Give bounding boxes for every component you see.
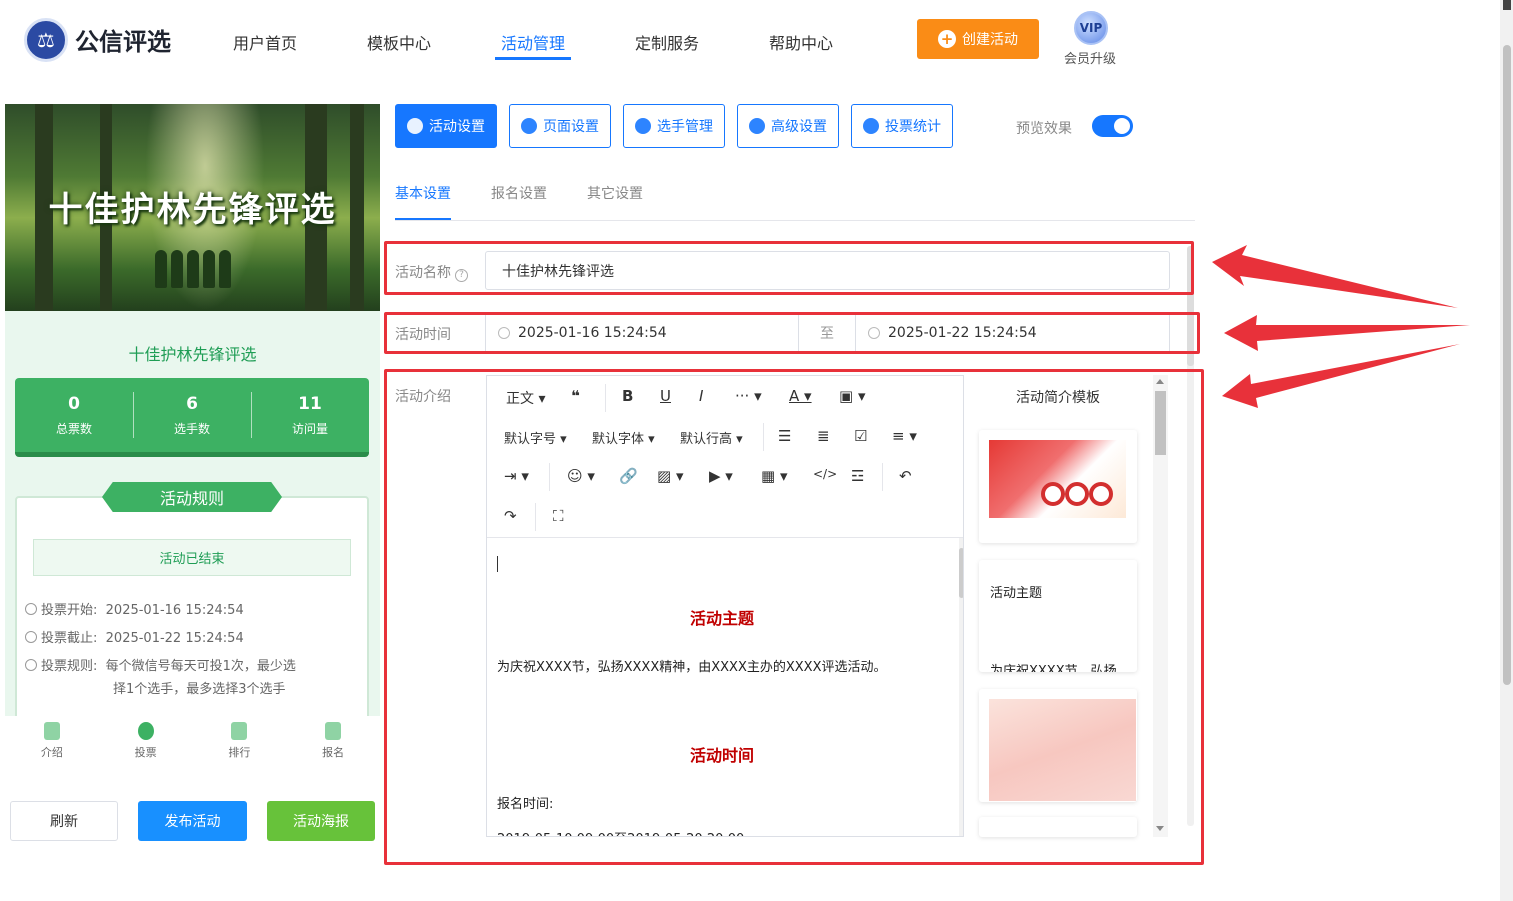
tab-vote-statistics[interactable]: 投票统计: [851, 104, 953, 148]
annotation-arrow-2: [1224, 315, 1470, 351]
document-icon: [43, 722, 60, 740]
annotation-box-name: [384, 241, 1194, 295]
stat-total-votes: 0 总票数: [55, 393, 92, 436]
nav-custom-service[interactable]: 定制服务: [635, 30, 699, 54]
poster-button[interactable]: 活动海报: [267, 801, 375, 841]
tab-contestant-management[interactable]: 选手管理: [623, 104, 725, 148]
subtab-basic[interactable]: 基本设置: [395, 183, 451, 203]
nav-activity-management[interactable]: 活动管理: [501, 30, 565, 54]
annotation-arrow-1: [1212, 245, 1458, 308]
nav-active-indicator: [495, 57, 571, 60]
medal-icon: [231, 722, 248, 740]
subtab-signup[interactable]: 报名设置: [491, 183, 547, 203]
info-icon: [25, 659, 37, 671]
subtab-other[interactable]: 其它设置: [587, 183, 643, 203]
tab-intro[interactable]: 介绍: [5, 716, 99, 766]
settings-list-icon: [749, 118, 765, 134]
status-badge: 活动已结束: [33, 539, 351, 576]
annotation-arrow-3: [1222, 344, 1460, 408]
bar-chart-icon: [863, 118, 879, 134]
logo-text[interactable]: 公信评选: [75, 22, 171, 57]
tab-activity-settings[interactable]: 活动设置: [395, 104, 497, 148]
page-scrollbar[interactable]: [1500, 0, 1513, 901]
create-activity-button[interactable]: + 创建活动: [917, 19, 1039, 59]
banner-image: 十佳护林先锋评选: [5, 104, 380, 311]
activity-name: 十佳护林先锋评选: [128, 345, 257, 364]
clock-icon: [25, 603, 37, 615]
gear-icon: [521, 118, 537, 134]
tab-advanced-settings[interactable]: 高级设置: [737, 104, 839, 148]
vote-end-line: 投票截止: 2025-01-22 15:24:54: [25, 627, 244, 646]
nav-help-center[interactable]: 帮助中心: [769, 30, 833, 54]
vip-icon[interactable]: VIP: [1074, 11, 1108, 45]
stats-panel: 0 总票数 6 选手数 11 访问量: [15, 378, 369, 457]
tab-vote[interactable]: 投票: [99, 716, 193, 766]
vip-upgrade-link[interactable]: 会员升级: [1064, 48, 1116, 67]
vote-icon: [137, 722, 154, 740]
vote-start-line: 投票开始: 2025-01-16 15:24:54: [25, 599, 244, 618]
nav-home[interactable]: 用户首页: [233, 30, 297, 54]
preview-effect-label: 预览效果: [1016, 121, 1072, 137]
preview-toggle[interactable]: [1092, 115, 1133, 137]
stat-contestants: 6 选手数: [133, 378, 251, 452]
vote-rule-line: 投票规则: 每个微信号每天可投1次，最少选: [25, 655, 296, 674]
star-icon: [407, 118, 423, 134]
preview-bottom-tabs: 介绍 投票 排行 报名: [5, 716, 380, 766]
edit-icon: [325, 722, 342, 740]
plus-icon: +: [938, 30, 956, 48]
tab-page-settings[interactable]: 页面设置: [509, 104, 611, 148]
vote-rule-line2: 择1个选手，最多选择3个选手: [113, 682, 286, 697]
rules-title: 活动规则: [102, 482, 282, 512]
users-icon: [635, 118, 651, 134]
subtab-divider: [395, 220, 1195, 221]
banner-title: 十佳护林先锋评选: [48, 190, 337, 230]
nav-templates[interactable]: 模板中心: [367, 30, 431, 54]
stat-visits: 11 访问量: [251, 378, 369, 452]
annotation-box-intro: [384, 369, 1204, 865]
clock-icon: [25, 631, 37, 643]
annotation-box-time: [384, 312, 1200, 354]
create-activity-label: 创建活动: [962, 32, 1018, 48]
tab-signup[interactable]: 报名: [286, 716, 380, 766]
mobile-preview: 十佳护林先锋评选 十佳护林先锋评选 0 总票数 6 选手数 11 访问量 活动规…: [5, 104, 380, 716]
tab-ranking[interactable]: 排行: [193, 716, 287, 766]
publish-button[interactable]: 发布活动: [138, 801, 247, 841]
logo-icon: ⚖: [24, 18, 68, 62]
refresh-button[interactable]: 刷新: [10, 801, 118, 841]
